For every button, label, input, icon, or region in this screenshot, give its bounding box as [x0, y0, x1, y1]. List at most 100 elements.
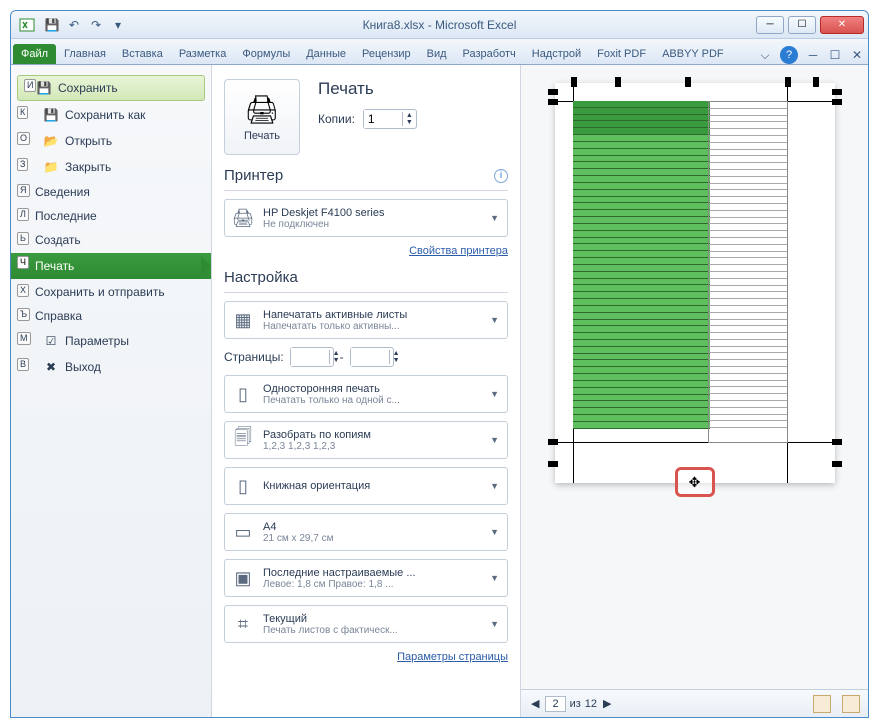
preview-page-input[interactable]: 2 — [545, 696, 565, 712]
margin-handle[interactable] — [548, 461, 558, 467]
print-button[interactable]: 🖨 Печать — [224, 79, 300, 155]
zoom-to-page-button[interactable] — [842, 695, 860, 713]
paper-size-select[interactable]: ▭ A421 см x 29,7 см ▼ — [224, 513, 508, 551]
doc-close-icon[interactable]: ✕ — [848, 46, 866, 64]
preview-page-total: 12 — [585, 698, 597, 710]
copies-label: Копии: — [318, 112, 355, 126]
qat-dropdown-icon[interactable]: ▾ — [109, 16, 127, 34]
print-what-select[interactable]: ▦ Напечатать активные листыНапечатать то… — [224, 301, 508, 339]
printer-select[interactable]: 🖨 HP Deskjet F4100 seriesНе подключен ▼ — [224, 199, 508, 237]
window-maximize-button[interactable]: ☐ — [788, 16, 816, 34]
paper-icon: ▭ — [229, 518, 257, 546]
tab-layout[interactable]: Разметка — [171, 44, 235, 64]
tab-formulas[interactable]: Формулы — [234, 44, 298, 64]
collate-select[interactable]: 🗐 Разобрать по копиям1,2,3 1,2,3 1,2,3 ▼ — [224, 421, 508, 459]
nav-share[interactable]: ХСохранить и отправить — [11, 281, 211, 303]
collate-icon: 🗐 — [229, 426, 257, 454]
help-icon[interactable]: ? — [780, 46, 798, 64]
printer-properties-link[interactable]: Свойства принтера — [224, 245, 508, 257]
tab-view[interactable]: Вид — [419, 44, 455, 64]
margin-handle[interactable] — [548, 99, 558, 105]
doc-restore-icon[interactable]: ☐ — [826, 46, 844, 64]
pages-from-input[interactable] — [291, 348, 329, 366]
orientation-select[interactable]: ▯ Книжная ориентация ▼ — [224, 467, 508, 505]
print-heading: Печать — [318, 79, 417, 99]
margin-handle[interactable] — [548, 89, 558, 95]
chevron-down-icon: ▼ — [486, 619, 503, 629]
printer-icon: 🖨 — [244, 93, 280, 126]
margins-icon: ▣ — [229, 564, 257, 592]
excel-app-icon — [19, 17, 35, 33]
settings-section-heading: Настройка — [224, 269, 298, 286]
nav-open[interactable]: О📂Открыть — [11, 129, 211, 153]
nav-save-as[interactable]: К💾Сохранить как — [11, 103, 211, 127]
tab-abbyy[interactable]: ABBYY PDF — [654, 44, 732, 64]
nav-close[interactable]: З📁Закрыть — [11, 155, 211, 179]
margin-handle[interactable] — [832, 461, 842, 467]
copies-spinner[interactable]: ▲▼ — [363, 109, 417, 129]
window-close-button[interactable]: ✕ — [820, 16, 864, 34]
nav-save[interactable]: И💾Сохранить — [17, 75, 205, 101]
orientation-icon: ▯ — [229, 472, 257, 500]
preview-next-button[interactable]: ▶ — [601, 697, 613, 710]
chevron-down-icon: ▼ — [486, 435, 503, 445]
margin-handle[interactable] — [615, 77, 621, 87]
print-preview-page: ✥ — [555, 83, 835, 483]
tab-developer[interactable]: Разработч — [455, 44, 524, 64]
nav-info[interactable]: ЯСведения — [11, 181, 211, 203]
tab-foxit[interactable]: Foxit PDF — [589, 44, 654, 64]
preview-prev-button[interactable]: ◀ — [529, 697, 541, 710]
qat-undo-icon[interactable]: ↶ — [65, 16, 83, 34]
show-margins-button[interactable] — [813, 695, 831, 713]
pages-to-input[interactable] — [351, 348, 389, 366]
sides-select[interactable]: ▯ Односторонняя печатьПечатать только на… — [224, 375, 508, 413]
open-icon: 📂 — [43, 133, 59, 149]
scaling-select[interactable]: ⌗ ТекущийПечать листов с фактическ... ▼ — [224, 605, 508, 643]
margin-handle[interactable] — [832, 89, 842, 95]
margin-handle[interactable] — [548, 439, 558, 445]
window-minimize-button[interactable]: ─ — [756, 16, 784, 34]
save-icon: 💾 — [36, 80, 52, 96]
margin-handle[interactable] — [813, 77, 819, 87]
nav-options[interactable]: М☑Параметры — [11, 329, 211, 353]
tab-home[interactable]: Главная — [56, 44, 114, 64]
nav-new[interactable]: ЬСоздать — [11, 229, 211, 251]
copies-down-icon[interactable]: ▼ — [403, 119, 416, 126]
margin-handle[interactable] — [785, 77, 791, 87]
printer-info-icon[interactable]: i — [494, 169, 508, 183]
pages-from-spinner[interactable]: ▲▼ — [290, 347, 334, 367]
nav-recent[interactable]: ЛПоследние — [11, 205, 211, 227]
pages-label: Страницы: — [224, 350, 284, 364]
tab-file[interactable]: Файл — [13, 44, 56, 64]
ribbon-minimize-icon[interactable]: ⌵ — [756, 46, 774, 64]
doc-minimize-icon[interactable]: ─ — [804, 46, 822, 64]
tab-review[interactable]: Рецензир — [354, 44, 419, 64]
page-side-icon: ▯ — [229, 380, 257, 408]
chevron-down-icon: ▼ — [486, 315, 503, 325]
margin-drag-cursor-icon[interactable]: ✥ — [675, 467, 715, 497]
qat-redo-icon[interactable]: ↷ — [87, 16, 105, 34]
sheets-icon: ▦ — [229, 306, 257, 334]
nav-print[interactable]: ЧПечать — [11, 253, 211, 279]
qat-save-icon[interactable]: 💾 — [43, 16, 61, 34]
copies-up-icon[interactable]: ▲ — [403, 112, 416, 119]
pages-to-spinner[interactable]: ▲▼ — [350, 347, 394, 367]
copies-input[interactable] — [364, 110, 402, 128]
margin-handle[interactable] — [832, 439, 842, 445]
exit-icon: ✖ — [43, 359, 59, 375]
save-as-icon: 💾 — [43, 107, 59, 123]
nav-exit[interactable]: В✖Выход — [11, 355, 211, 379]
margins-select[interactable]: ▣ Последние настраиваемые ...Левое: 1,8 … — [224, 559, 508, 597]
margin-handle[interactable] — [571, 77, 577, 87]
tab-insert[interactable]: Вставка — [114, 44, 171, 64]
scaling-icon: ⌗ — [229, 610, 257, 638]
preview-table-content — [573, 101, 710, 443]
nav-help[interactable]: ЪСправка — [11, 305, 211, 327]
window-title: Книга8.xlsx - Microsoft Excel — [127, 18, 752, 32]
margin-handle[interactable] — [832, 99, 842, 105]
chevron-down-icon: ▼ — [486, 389, 503, 399]
margin-handle[interactable] — [685, 77, 691, 87]
tab-addins[interactable]: Надстрой — [524, 44, 589, 64]
page-setup-link[interactable]: Параметры страницы — [224, 651, 508, 663]
tab-data[interactable]: Данные — [298, 44, 354, 64]
